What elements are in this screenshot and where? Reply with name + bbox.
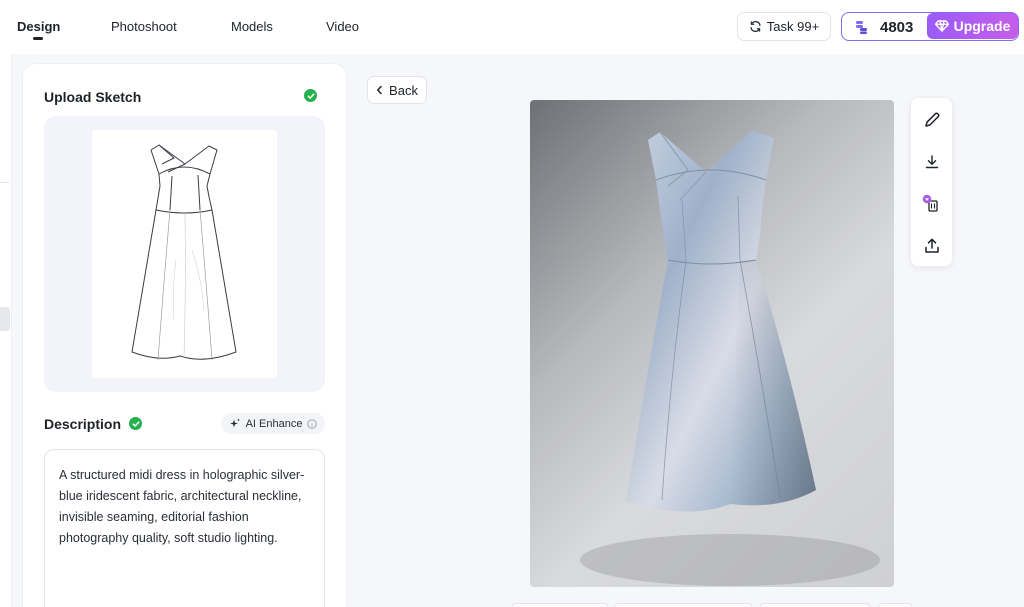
upgrade-button[interactable]: Upgrade (927, 13, 1018, 39)
bottom-action-4[interactable] (878, 603, 912, 607)
description-text: A structured midi dress in holographic s… (59, 468, 305, 545)
left-rail (0, 54, 12, 607)
top-nav: Design Photoshoot Models Video Task 99+ … (0, 0, 1024, 54)
tab-design[interactable]: Design (17, 19, 60, 34)
share-button[interactable] (921, 235, 943, 257)
download-icon (925, 155, 939, 169)
diamond-icon (934, 20, 949, 32)
bottom-action-3[interactable] (760, 603, 870, 607)
refresh-icon (750, 20, 761, 33)
sketch-image (92, 130, 277, 378)
bottom-action-2[interactable] (614, 603, 752, 607)
description-title: Description (44, 416, 122, 432)
chevron-left-icon (377, 85, 382, 95)
edit-button[interactable] (921, 109, 943, 131)
delete-icon (922, 194, 938, 212)
credits-badge[interactable]: 4803 Upgrade (841, 12, 1019, 41)
description-check-icon (129, 417, 142, 430)
pencil-icon (925, 112, 940, 127)
coins-icon (856, 21, 867, 34)
back-label: Back (389, 82, 418, 98)
sparkle-icon (229, 418, 240, 427)
active-tab-indicator (33, 37, 43, 40)
ai-enhance-button[interactable]: AI Enhance (221, 413, 325, 434)
image-toolbar (910, 97, 953, 267)
delete-button[interactable] (921, 193, 943, 215)
task-button[interactable]: Task 99+ (737, 12, 831, 41)
bottom-action-1[interactable] (512, 603, 608, 607)
credits-count: 4803 (880, 19, 914, 36)
rail-handle[interactable] (0, 307, 10, 331)
rail-divider (0, 182, 10, 183)
tab-models[interactable]: Models (231, 19, 273, 34)
sketch-upload-area[interactable] (44, 116, 325, 392)
upload-check-icon (304, 89, 317, 102)
ai-enhance-label: AI Enhance (245, 417, 303, 430)
tab-video[interactable]: Video (326, 19, 359, 34)
generated-image[interactable] (530, 100, 894, 587)
download-button[interactable] (921, 151, 943, 173)
tab-photoshoot[interactable]: Photoshoot (111, 19, 177, 34)
task-label: Task 99+ (766, 19, 820, 34)
design-panel: Upload Sketch Description AI Enhance A s… (22, 63, 347, 607)
info-icon[interactable] (307, 418, 318, 429)
upgrade-label: Upgrade (953, 18, 1011, 34)
share-icon (925, 238, 939, 253)
description-textarea[interactable]: A structured midi dress in holographic s… (44, 449, 325, 607)
back-button[interactable]: Back (367, 76, 427, 104)
upload-sketch-title: Upload Sketch (44, 89, 142, 105)
